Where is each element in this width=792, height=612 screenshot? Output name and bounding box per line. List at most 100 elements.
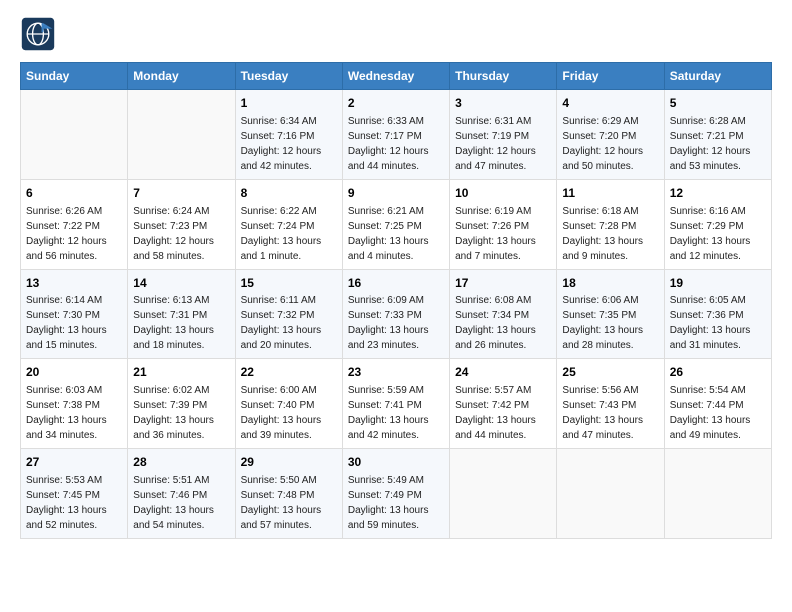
day-number: 2	[348, 95, 444, 112]
week-row-2: 6 Sunrise: 6:26 AM Sunset: 7:22 PM Daylig…	[21, 179, 772, 269]
day-info: Sunrise: 6:19 AM Sunset: 7:26 PM Dayligh…	[455, 204, 551, 264]
day-number: 12	[670, 185, 766, 202]
calendar-cell: 11 Sunrise: 6:18 AM Sunset: 7:28 PM Dayli…	[557, 179, 664, 269]
calendar-header: SundayMondayTuesdayWednesdayThursdayFrid…	[21, 63, 772, 90]
day-number: 24	[455, 364, 551, 381]
day-info: Sunrise: 6:16 AM Sunset: 7:29 PM Dayligh…	[670, 204, 766, 264]
logo	[20, 16, 60, 52]
header-cell-monday: Monday	[128, 63, 235, 90]
day-number: 4	[562, 95, 658, 112]
calendar-cell: 5 Sunrise: 6:28 AM Sunset: 7:21 PM Daylig…	[664, 90, 771, 180]
calendar-cell: 20 Sunrise: 6:03 AM Sunset: 7:38 PM Dayli…	[21, 359, 128, 449]
day-number: 14	[133, 275, 229, 292]
day-number: 7	[133, 185, 229, 202]
day-number: 20	[26, 364, 122, 381]
day-number: 21	[133, 364, 229, 381]
day-number: 16	[348, 275, 444, 292]
day-number: 15	[241, 275, 337, 292]
day-number: 9	[348, 185, 444, 202]
calendar-cell: 12 Sunrise: 6:16 AM Sunset: 7:29 PM Dayli…	[664, 179, 771, 269]
calendar-cell: 6 Sunrise: 6:26 AM Sunset: 7:22 PM Daylig…	[21, 179, 128, 269]
header-row: SundayMondayTuesdayWednesdayThursdayFrid…	[21, 63, 772, 90]
day-number: 28	[133, 454, 229, 471]
calendar-cell: 17Sunrise: 6:08 AM Sunset: 7:34 PM Dayli…	[450, 269, 557, 359]
calendar-cell: 13Sunrise: 6:14 AM Sunset: 7:30 PM Dayli…	[21, 269, 128, 359]
day-info: Sunrise: 5:49 AM Sunset: 7:49 PM Dayligh…	[348, 473, 444, 533]
calendar-body: 1 Sunrise: 6:34 AM Sunset: 7:16 PM Daylig…	[21, 90, 772, 539]
day-info: Sunrise: 6:03 AM Sunset: 7:38 PM Dayligh…	[26, 383, 122, 443]
calendar-cell	[557, 449, 664, 539]
calendar-cell: 27 Sunrise: 5:53 AM Sunset: 7:45 PM Dayli…	[21, 449, 128, 539]
week-row-3: 13Sunrise: 6:14 AM Sunset: 7:30 PM Dayli…	[21, 269, 772, 359]
day-info: Sunrise: 6:02 AM Sunset: 7:39 PM Dayligh…	[133, 383, 229, 443]
day-number: 13	[26, 275, 122, 292]
day-info: Sunrise: 6:33 AM Sunset: 7:17 PM Dayligh…	[348, 114, 444, 174]
day-number: 17	[455, 275, 551, 292]
day-info: Sunrise: 6:08 AM Sunset: 7:34 PM Dayligh…	[455, 293, 551, 353]
calendar-cell: 16Sunrise: 6:09 AM Sunset: 7:33 PM Dayli…	[342, 269, 449, 359]
day-info: Sunrise: 6:09 AM Sunset: 7:33 PM Dayligh…	[348, 293, 444, 353]
calendar-cell	[664, 449, 771, 539]
day-info: Sunrise: 6:21 AM Sunset: 7:25 PM Dayligh…	[348, 204, 444, 264]
day-number: 8	[241, 185, 337, 202]
day-number: 11	[562, 185, 658, 202]
calendar-cell: 19Sunrise: 6:05 AM Sunset: 7:36 PM Dayli…	[664, 269, 771, 359]
day-info: Sunrise: 6:29 AM Sunset: 7:20 PM Dayligh…	[562, 114, 658, 174]
calendar-cell	[128, 90, 235, 180]
day-info: Sunrise: 6:18 AM Sunset: 7:28 PM Dayligh…	[562, 204, 658, 264]
day-info: Sunrise: 6:24 AM Sunset: 7:23 PM Dayligh…	[133, 204, 229, 264]
calendar-cell: 14Sunrise: 6:13 AM Sunset: 7:31 PM Dayli…	[128, 269, 235, 359]
calendar-cell: 1 Sunrise: 6:34 AM Sunset: 7:16 PM Daylig…	[235, 90, 342, 180]
page-header	[20, 16, 772, 52]
day-info: Sunrise: 6:06 AM Sunset: 7:35 PM Dayligh…	[562, 293, 658, 353]
day-info: Sunrise: 6:05 AM Sunset: 7:36 PM Dayligh…	[670, 293, 766, 353]
day-info: Sunrise: 6:22 AM Sunset: 7:24 PM Dayligh…	[241, 204, 337, 264]
day-info: Sunrise: 6:26 AM Sunset: 7:22 PM Dayligh…	[26, 204, 122, 264]
day-info: Sunrise: 6:34 AM Sunset: 7:16 PM Dayligh…	[241, 114, 337, 174]
day-info: Sunrise: 5:50 AM Sunset: 7:48 PM Dayligh…	[241, 473, 337, 533]
header-cell-friday: Friday	[557, 63, 664, 90]
day-info: Sunrise: 5:54 AM Sunset: 7:44 PM Dayligh…	[670, 383, 766, 443]
day-number: 10	[455, 185, 551, 202]
day-number: 1	[241, 95, 337, 112]
calendar-table: SundayMondayTuesdayWednesdayThursdayFrid…	[20, 62, 772, 539]
header-cell-tuesday: Tuesday	[235, 63, 342, 90]
day-number: 19	[670, 275, 766, 292]
header-cell-sunday: Sunday	[21, 63, 128, 90]
day-number: 18	[562, 275, 658, 292]
calendar-cell: 30 Sunrise: 5:49 AM Sunset: 7:49 PM Dayli…	[342, 449, 449, 539]
calendar-cell: 25Sunrise: 5:56 AM Sunset: 7:43 PM Dayli…	[557, 359, 664, 449]
week-row-1: 1 Sunrise: 6:34 AM Sunset: 7:16 PM Daylig…	[21, 90, 772, 180]
calendar-cell: 15Sunrise: 6:11 AM Sunset: 7:32 PM Dayli…	[235, 269, 342, 359]
day-info: Sunrise: 6:31 AM Sunset: 7:19 PM Dayligh…	[455, 114, 551, 174]
header-cell-saturday: Saturday	[664, 63, 771, 90]
day-info: Sunrise: 5:59 AM Sunset: 7:41 PM Dayligh…	[348, 383, 444, 443]
calendar-cell: 4 Sunrise: 6:29 AM Sunset: 7:20 PM Daylig…	[557, 90, 664, 180]
day-number: 23	[348, 364, 444, 381]
calendar-cell: 7 Sunrise: 6:24 AM Sunset: 7:23 PM Daylig…	[128, 179, 235, 269]
calendar-cell: 10 Sunrise: 6:19 AM Sunset: 7:26 PM Dayli…	[450, 179, 557, 269]
week-row-4: 20 Sunrise: 6:03 AM Sunset: 7:38 PM Dayli…	[21, 359, 772, 449]
day-number: 30	[348, 454, 444, 471]
day-number: 5	[670, 95, 766, 112]
calendar-cell: 8 Sunrise: 6:22 AM Sunset: 7:24 PM Daylig…	[235, 179, 342, 269]
day-number: 22	[241, 364, 337, 381]
calendar-cell: 3 Sunrise: 6:31 AM Sunset: 7:19 PM Daylig…	[450, 90, 557, 180]
day-info: Sunrise: 5:57 AM Sunset: 7:42 PM Dayligh…	[455, 383, 551, 443]
day-number: 27	[26, 454, 122, 471]
logo-icon	[20, 16, 56, 52]
day-info: Sunrise: 5:53 AM Sunset: 7:45 PM Dayligh…	[26, 473, 122, 533]
week-row-5: 27 Sunrise: 5:53 AM Sunset: 7:45 PM Dayli…	[21, 449, 772, 539]
day-number: 3	[455, 95, 551, 112]
calendar-cell: 23 Sunrise: 5:59 AM Sunset: 7:41 PM Dayli…	[342, 359, 449, 449]
day-number: 6	[26, 185, 122, 202]
calendar-cell: 18Sunrise: 6:06 AM Sunset: 7:35 PM Dayli…	[557, 269, 664, 359]
calendar-cell: 26Sunrise: 5:54 AM Sunset: 7:44 PM Dayli…	[664, 359, 771, 449]
calendar-cell: 29Sunrise: 5:50 AM Sunset: 7:48 PM Dayli…	[235, 449, 342, 539]
calendar-cell: 21 Sunrise: 6:02 AM Sunset: 7:39 PM Dayli…	[128, 359, 235, 449]
day-info: Sunrise: 6:00 AM Sunset: 7:40 PM Dayligh…	[241, 383, 337, 443]
day-info: Sunrise: 6:28 AM Sunset: 7:21 PM Dayligh…	[670, 114, 766, 174]
calendar-cell: 28Sunrise: 5:51 AM Sunset: 7:46 PM Dayli…	[128, 449, 235, 539]
day-info: Sunrise: 6:13 AM Sunset: 7:31 PM Dayligh…	[133, 293, 229, 353]
header-cell-wednesday: Wednesday	[342, 63, 449, 90]
